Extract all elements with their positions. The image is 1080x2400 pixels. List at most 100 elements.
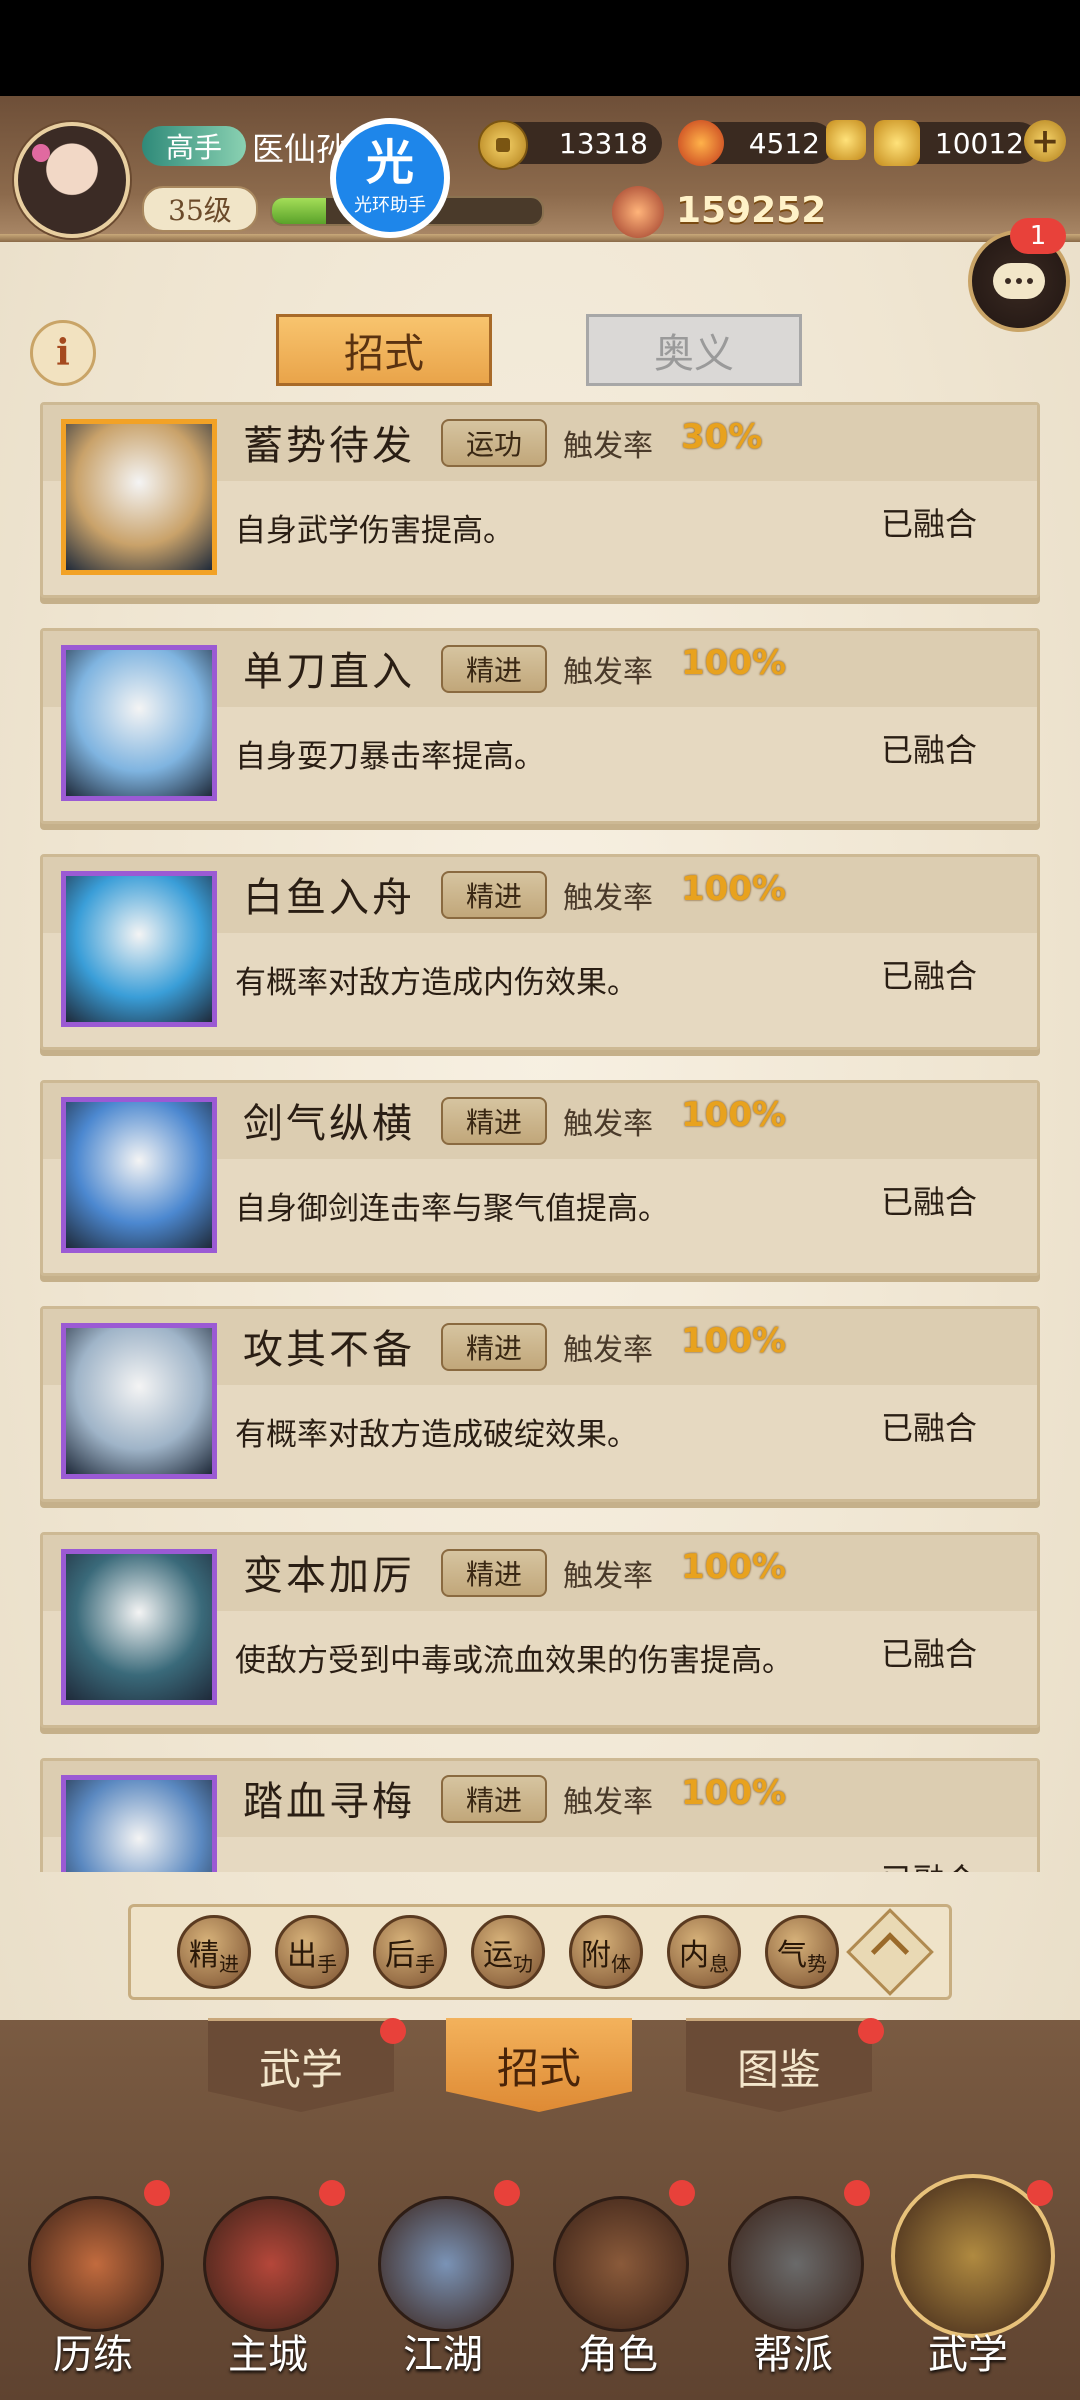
add-currency-icon[interactable]: + bbox=[1024, 120, 1066, 162]
skill-list[interactable]: 蓄势待发 运功 触发率 30% 自身武学伤害提高。 已融合 单刀直入 精进 触发率 100% 自身耍… bbox=[40, 402, 1040, 1872]
filter-button-后[interactable]: 后手 bbox=[373, 1915, 447, 1989]
filter-label: 运 bbox=[483, 1938, 513, 1973]
skill-type-tag: 运功 bbox=[441, 419, 547, 467]
section-tab-notification-dot bbox=[858, 2018, 884, 2044]
level-badge: 35级 bbox=[142, 186, 258, 232]
helper-badge[interactable]: 光 光环助手 bbox=[330, 118, 450, 238]
nav-item[interactable]: 帮派 bbox=[708, 2180, 878, 2396]
skill-art-icon bbox=[61, 871, 217, 1027]
filter-label: 精 bbox=[189, 1938, 219, 1973]
silver-ingot-icon bbox=[826, 120, 866, 160]
filter-bar: 精进出手后手运功附体内息气势 bbox=[128, 1904, 952, 2000]
skill-card[interactable]: 踏血寻梅精进触发率 100% 已融合 bbox=[40, 1758, 1040, 1872]
filter-label: 气 bbox=[777, 1938, 807, 1973]
skill-card[interactable]: 白鱼入舟 精进 触发率 100% 有概率对敌方造成内伤效果。 已融合 bbox=[40, 854, 1040, 1050]
skill-type-tag: 精进 bbox=[441, 1097, 547, 1145]
skill-description: 使敌方受到中毒或流血效果的伤害提高。 bbox=[235, 1643, 793, 1679]
nav-item-icon bbox=[28, 2196, 164, 2332]
trigger-rate-value: 100% bbox=[681, 643, 787, 683]
combat-power-value: 159252 bbox=[676, 190, 827, 231]
skill-type-tag: 精进 bbox=[441, 645, 547, 693]
skill-name: 攻其不备 bbox=[243, 1327, 415, 1373]
skill-type-tag: 精进 bbox=[441, 1323, 547, 1371]
nav-item[interactable]: 角色 bbox=[533, 2180, 703, 2396]
nav-item[interactable]: 主城 bbox=[183, 2180, 353, 2396]
gold-ingot-icon bbox=[874, 120, 920, 166]
skill-type-tag: 精进 bbox=[441, 871, 547, 919]
nav-item-label: 武学 bbox=[928, 2332, 1008, 2378]
skill-card[interactable]: 剑气纵横 精进 触发率 100% 自身御剑连击率与聚气值提高。 已融合 bbox=[40, 1080, 1040, 1276]
filter-label: 附 bbox=[581, 1938, 611, 1973]
exp-bar-fill bbox=[272, 198, 326, 224]
skill-card[interactable]: 蓄势待发 运功 触发率 30% 自身武学伤害提高。 已融合 bbox=[40, 402, 1040, 598]
skill-name: 白鱼入舟 bbox=[243, 875, 415, 921]
nav-item[interactable]: 历练 bbox=[8, 2180, 178, 2396]
trigger-rate-label: 触发率 bbox=[563, 1785, 653, 1820]
trigger-rate-value: 100% bbox=[681, 1547, 787, 1587]
skill-art-icon bbox=[61, 1097, 217, 1253]
nav-notification-dot bbox=[319, 2180, 345, 2206]
gold-value: 10012 bbox=[934, 126, 1024, 160]
filter-sublabel: 进 bbox=[219, 1951, 239, 1976]
skill-card[interactable]: 变本加厉 精进 触发率 100% 使敌方受到中毒或流血效果的伤害提高。 已融合 bbox=[40, 1532, 1040, 1728]
helper-badge-label: 光环助手 bbox=[354, 195, 426, 216]
filter-label: 内 bbox=[679, 1938, 709, 1973]
filter-button-运[interactable]: 运功 bbox=[471, 1915, 545, 1989]
fused-status: 已融合 bbox=[881, 731, 978, 769]
nav-item[interactable]: 武学 bbox=[883, 2174, 1055, 2396]
collapse-toggle[interactable] bbox=[846, 1908, 934, 1996]
fused-status: 已融合 bbox=[881, 505, 978, 543]
skill-name: 变本加厉 bbox=[243, 1553, 415, 1599]
skill-description: 有概率对敌方造成内伤效果。 bbox=[235, 965, 638, 1001]
filter-sublabel: 功 bbox=[513, 1951, 533, 1976]
helper-badge-char: 光 bbox=[365, 135, 414, 191]
tab-mysteries[interactable]: 奥义 bbox=[586, 314, 802, 386]
info-button[interactable]: i bbox=[30, 320, 96, 386]
filter-label: 后 bbox=[385, 1938, 415, 1973]
skill-type-tag: 精进 bbox=[441, 1549, 547, 1597]
skill-art-icon bbox=[61, 1323, 217, 1479]
nav-item-icon bbox=[553, 2196, 689, 2332]
skill-art-icon bbox=[61, 1775, 217, 1872]
skill-description: 有概率对敌方造成破绽效果。 bbox=[235, 1417, 638, 1453]
filter-button-附[interactable]: 附体 bbox=[569, 1915, 643, 1989]
nav-notification-dot bbox=[669, 2180, 695, 2206]
trigger-rate-value: 100% bbox=[681, 869, 787, 909]
fused-status: 已融合 bbox=[881, 957, 978, 995]
trigger-rate-label: 触发率 bbox=[563, 655, 653, 690]
tab-moves[interactable]: 招式 bbox=[276, 314, 492, 386]
jade-value: 4512 bbox=[748, 126, 820, 160]
filter-button-气[interactable]: 气势 bbox=[765, 1915, 839, 1989]
nav-item-icon bbox=[728, 2196, 864, 2332]
filter-sublabel: 势 bbox=[807, 1951, 827, 1976]
chat-notification-badge: 1 bbox=[1010, 218, 1066, 254]
section-tab-notification-dot bbox=[380, 2018, 406, 2044]
trigger-rate-label: 触发率 bbox=[563, 881, 653, 916]
chat-icon bbox=[993, 263, 1045, 299]
skill-card[interactable]: 单刀直入 精进 触发率 100% 自身耍刀暴击率提高。 已融合 bbox=[40, 628, 1040, 824]
fused-status: 已融合 bbox=[881, 1635, 978, 1673]
nav-item[interactable]: 江湖 bbox=[358, 2180, 528, 2396]
filter-sublabel: 手 bbox=[317, 1951, 337, 1976]
filter-label: 出 bbox=[287, 1938, 317, 1973]
nav-item-label: 主城 bbox=[228, 2332, 308, 2378]
trigger-rate-value: 100% bbox=[681, 1321, 787, 1361]
trigger-rate-label: 触发率 bbox=[563, 1333, 653, 1368]
trigger-rate-value: 30% bbox=[681, 417, 763, 457]
fused-status: 已融合 bbox=[881, 1183, 978, 1221]
nav-item-label: 帮派 bbox=[753, 2332, 833, 2378]
player-avatar[interactable] bbox=[14, 122, 130, 238]
flame-currency-icon bbox=[678, 120, 724, 166]
filter-button-出[interactable]: 出手 bbox=[275, 1915, 349, 1989]
filter-button-内[interactable]: 内息 bbox=[667, 1915, 741, 1989]
hair-flower-icon bbox=[32, 144, 50, 162]
skill-description: 自身耍刀暴击率提高。 bbox=[235, 739, 545, 775]
filter-sublabel: 手 bbox=[415, 1951, 435, 1976]
trigger-rate-value: 100% bbox=[681, 1095, 787, 1135]
trigger-rate-label: 触发率 bbox=[563, 429, 653, 464]
nav-item-label: 江湖 bbox=[403, 2332, 483, 2378]
skill-card[interactable]: 攻其不备 精进 触发率 100% 有概率对敌方造成破绽效果。 已融合 bbox=[40, 1306, 1040, 1502]
rank-badge: 高手 bbox=[142, 126, 246, 166]
skill-art-icon bbox=[61, 419, 217, 575]
filter-button-精[interactable]: 精进 bbox=[177, 1915, 251, 1989]
